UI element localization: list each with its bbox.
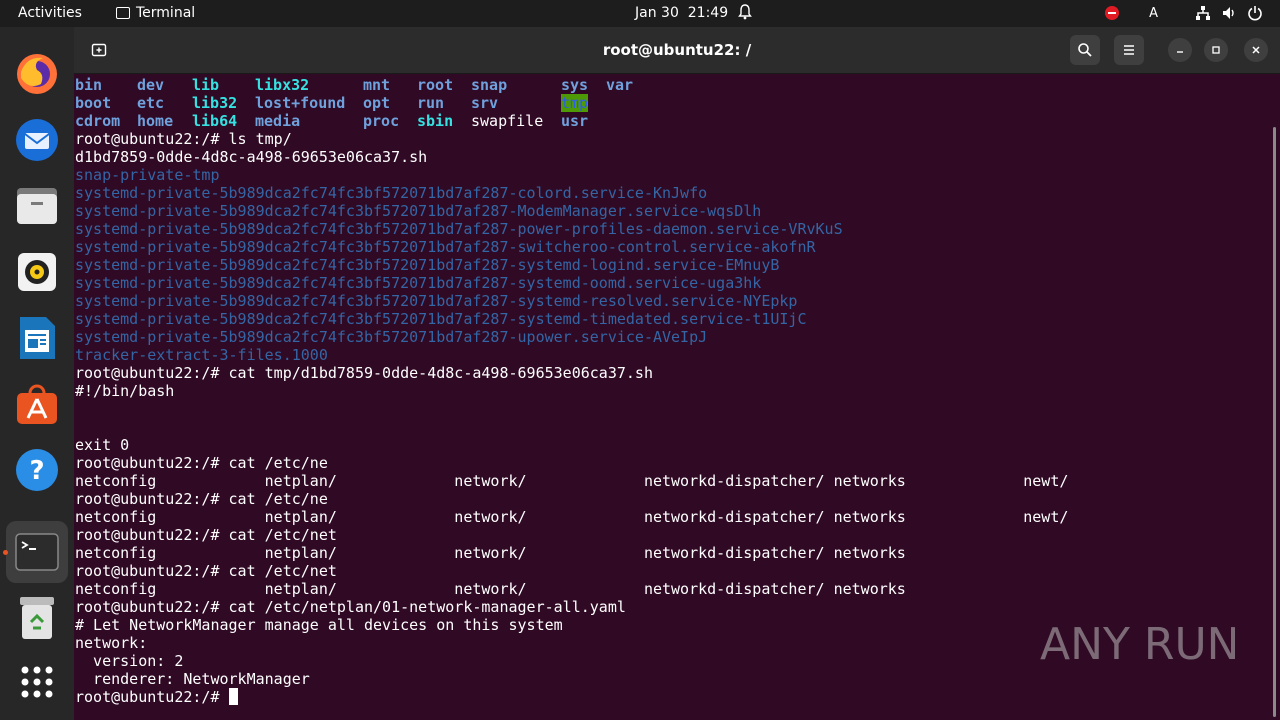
activities-button[interactable]: Activities bbox=[18, 5, 82, 21]
ls-entry: lib64 bbox=[192, 112, 238, 130]
terminal-line: snap-private-tmp bbox=[75, 166, 220, 184]
date: Jan 30 bbox=[635, 5, 679, 21]
terminal-line: systemd-private-5b989dca2fc74fc3bf572071… bbox=[75, 292, 798, 310]
power-icon[interactable] bbox=[1244, 4, 1266, 22]
terminal-line: d1bd7859-0dde-4d8c-a498-69653e06ca37.sh bbox=[75, 148, 428, 166]
minimize-button[interactable] bbox=[1168, 38, 1192, 62]
terminal-line: bin dev lib libx32 mnt root snap sys var bbox=[75, 76, 1265, 94]
terminal-line: renderer: NetworkManager bbox=[75, 670, 310, 688]
terminal-line: systemd-private-5b989dca2fc74fc3bf572071… bbox=[75, 256, 780, 274]
menu-button[interactable] bbox=[1114, 35, 1144, 65]
ls-entry: dev bbox=[137, 76, 165, 94]
hamburger-icon bbox=[1124, 45, 1134, 55]
show-apps-icon[interactable] bbox=[14, 659, 60, 705]
app-center-icon[interactable] bbox=[14, 381, 60, 427]
search-button[interactable] bbox=[1070, 35, 1100, 65]
terminal-line: systemd-private-5b989dca2fc74fc3bf572071… bbox=[75, 310, 807, 328]
ls-entry: libx32 bbox=[255, 76, 310, 94]
terminal-line: exit 0 bbox=[75, 436, 130, 454]
ls-entry: usr bbox=[561, 112, 589, 130]
ls-entry: home bbox=[137, 112, 174, 130]
ls-entry: cdrom bbox=[75, 112, 121, 130]
ls-entry: srv bbox=[471, 94, 499, 112]
close-button[interactable] bbox=[1244, 38, 1268, 62]
title-bar: root@ubuntu22: / bbox=[74, 27, 1280, 74]
ls-entry: var bbox=[606, 76, 634, 94]
watermark-any: ANY RUN bbox=[1040, 619, 1235, 670]
ls-entry: mnt bbox=[363, 76, 391, 94]
terminal-line: netconfig netplan/ network/ networkd-dis… bbox=[75, 580, 906, 598]
ls-entry: run bbox=[417, 94, 445, 112]
terminal-line: #!/bin/bash bbox=[75, 382, 175, 400]
ls-entry: bin bbox=[75, 76, 103, 94]
ls-entry: etc bbox=[137, 94, 165, 112]
volume-icon[interactable] bbox=[1218, 4, 1240, 22]
terminal-line: root@ubuntu22:/# cat /etc/ne bbox=[75, 454, 328, 472]
ls-entry: boot bbox=[75, 94, 112, 112]
terminal-line: systemd-private-5b989dca2fc74fc3bf572071… bbox=[75, 184, 708, 202]
scrollbar[interactable] bbox=[1273, 127, 1276, 717]
trash-icon[interactable] bbox=[14, 595, 60, 641]
terminal-line: netconfig netplan/ network/ networkd-dis… bbox=[75, 544, 906, 562]
time: 21:49 bbox=[687, 5, 729, 21]
help-icon[interactable]: ? bbox=[14, 447, 60, 493]
rhythmbox-icon[interactable] bbox=[14, 249, 60, 295]
ls-entry: lib bbox=[192, 76, 220, 94]
search-icon bbox=[1078, 43, 1092, 57]
terminal-line: netconfig netplan/ network/ networkd-dis… bbox=[75, 472, 1069, 490]
ls-entry: root bbox=[417, 76, 454, 94]
ls-entry: sbin bbox=[417, 112, 454, 130]
terminal-line: systemd-private-5b989dca2fc74fc3bf572071… bbox=[75, 274, 762, 292]
app-name: Terminal bbox=[136, 5, 196, 21]
text-cursor bbox=[228, 688, 238, 705]
ls-entry: media bbox=[255, 112, 301, 130]
terminal-line: root@ubuntu22:/# cat /etc/net bbox=[75, 562, 337, 580]
terminal-line: root@ubuntu22:/# cat tmp/d1bd7859-0dde-4… bbox=[75, 364, 653, 382]
ls-entry: swapfile bbox=[471, 112, 544, 130]
input-source-indicator[interactable]: A bbox=[1149, 6, 1158, 21]
network-icon[interactable] bbox=[1192, 4, 1214, 22]
running-indicator bbox=[3, 550, 8, 555]
libreoffice-writer-icon[interactable] bbox=[14, 315, 60, 361]
terminal-icon[interactable] bbox=[14, 529, 60, 575]
notification-bell-icon[interactable] bbox=[738, 4, 752, 20]
firefox-icon[interactable] bbox=[14, 51, 60, 97]
terminal-line: cdrom home lib64 media proc sbin swapfile usr bbox=[75, 112, 1265, 130]
minimize-icon bbox=[1177, 51, 1183, 53]
maximize-button[interactable] bbox=[1204, 38, 1228, 62]
thunderbird-icon[interactable] bbox=[14, 117, 60, 163]
prompt: root@ubuntu22:/# bbox=[75, 688, 229, 706]
ls-entry: lost+found bbox=[255, 94, 346, 112]
terminal-line: root@ubuntu22:/# cat /etc/net bbox=[75, 526, 337, 544]
terminal-line: root@ubuntu22:/# ls tmp/ bbox=[75, 130, 292, 148]
terminal-line: netconfig netplan/ network/ networkd-dis… bbox=[75, 508, 1069, 526]
terminal-line: systemd-private-5b989dca2fc74fc3bf572071… bbox=[75, 202, 762, 220]
app-menu[interactable]: Terminal bbox=[116, 5, 195, 21]
anyrun-watermark: ANY RUN bbox=[1040, 619, 1235, 670]
terminal-app-icon bbox=[116, 7, 130, 19]
terminal-line: systemd-private-5b989dca2fc74fc3bf572071… bbox=[75, 238, 816, 256]
files-icon[interactable] bbox=[14, 183, 60, 229]
svg-text:?: ? bbox=[29, 456, 44, 486]
close-icon bbox=[1252, 46, 1260, 54]
terminal-line: systemd-private-5b989dca2fc74fc3bf572071… bbox=[75, 220, 843, 238]
maximize-icon bbox=[1212, 46, 1220, 54]
ls-entry: lib32 bbox=[192, 94, 238, 112]
ls-entry: opt bbox=[363, 94, 391, 112]
prompt-line[interactable]: root@ubuntu22:/# bbox=[75, 688, 1265, 706]
ls-entry: snap bbox=[471, 76, 508, 94]
recording-indicator-icon[interactable] bbox=[1101, 4, 1123, 22]
terminal-line: systemd-private-5b989dca2fc74fc3bf572071… bbox=[75, 328, 708, 346]
dock: ? bbox=[0, 27, 74, 720]
ls-entry: proc bbox=[363, 112, 400, 130]
top-bar: Activities Terminal Jan 30 21:49 A bbox=[0, 0, 1280, 27]
terminal-line: root@ubuntu22:/# cat /etc/ne bbox=[75, 490, 328, 508]
terminal-line: tracker-extract-3-files.1000 bbox=[75, 346, 328, 364]
clock[interactable]: Jan 30 21:49 bbox=[635, 5, 728, 21]
ls-entry: tmp bbox=[561, 94, 589, 112]
terminal-line: boot etc lib32 lost+found opt run srv tmp bbox=[75, 94, 1265, 112]
ls-entry: sys bbox=[561, 76, 589, 94]
